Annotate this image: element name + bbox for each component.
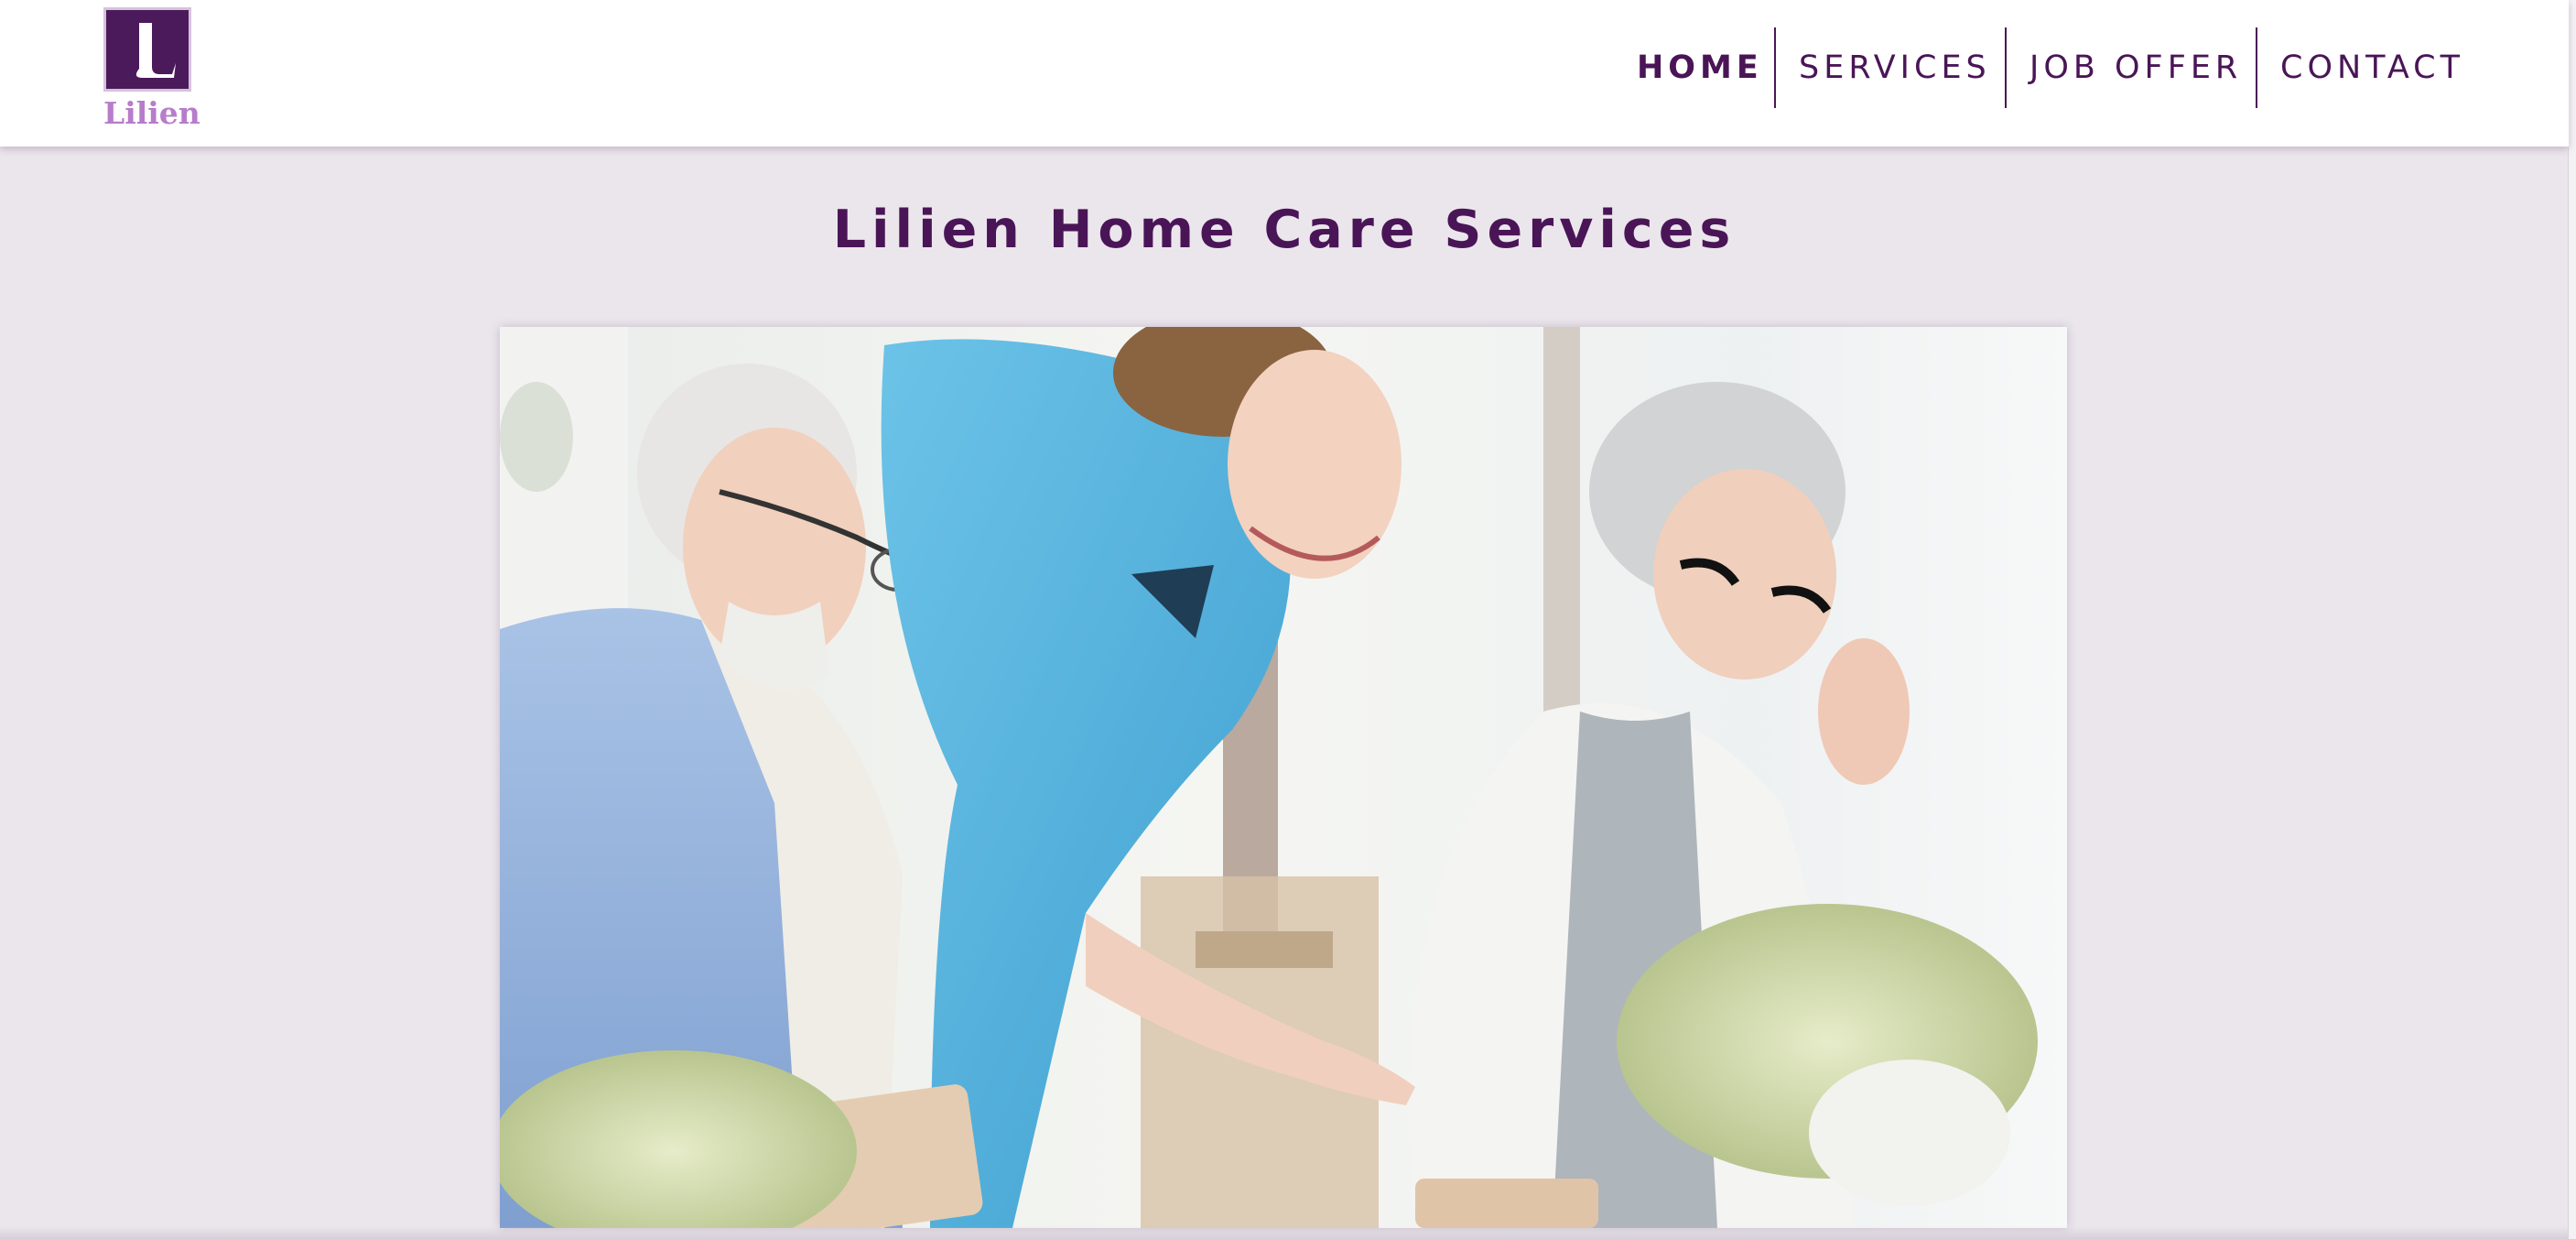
nav-services[interactable]: SERVICES bbox=[1799, 27, 1991, 108]
hero-image bbox=[500, 327, 2067, 1228]
nav-job-offer[interactable]: JOB OFFER bbox=[2029, 27, 2242, 108]
nav-home[interactable]: HOME bbox=[1637, 27, 1763, 108]
site-header: Lilien HOME SERVICES JOB OFFER CONTACT bbox=[0, 0, 2569, 147]
nav-divider bbox=[1774, 27, 1776, 108]
page-title: Lilien Home Care Services bbox=[832, 200, 1737, 260]
main-navigation: HOME SERVICES JOB OFFER CONTACT bbox=[0, 27, 2569, 108]
nav-contact[interactable]: CONTACT bbox=[2280, 27, 2464, 108]
page-scrollbar[interactable] bbox=[2568, 0, 2576, 1239]
nav-divider bbox=[2256, 27, 2257, 108]
bottom-fade bbox=[0, 1226, 2569, 1239]
nav-divider bbox=[2005, 27, 2007, 108]
